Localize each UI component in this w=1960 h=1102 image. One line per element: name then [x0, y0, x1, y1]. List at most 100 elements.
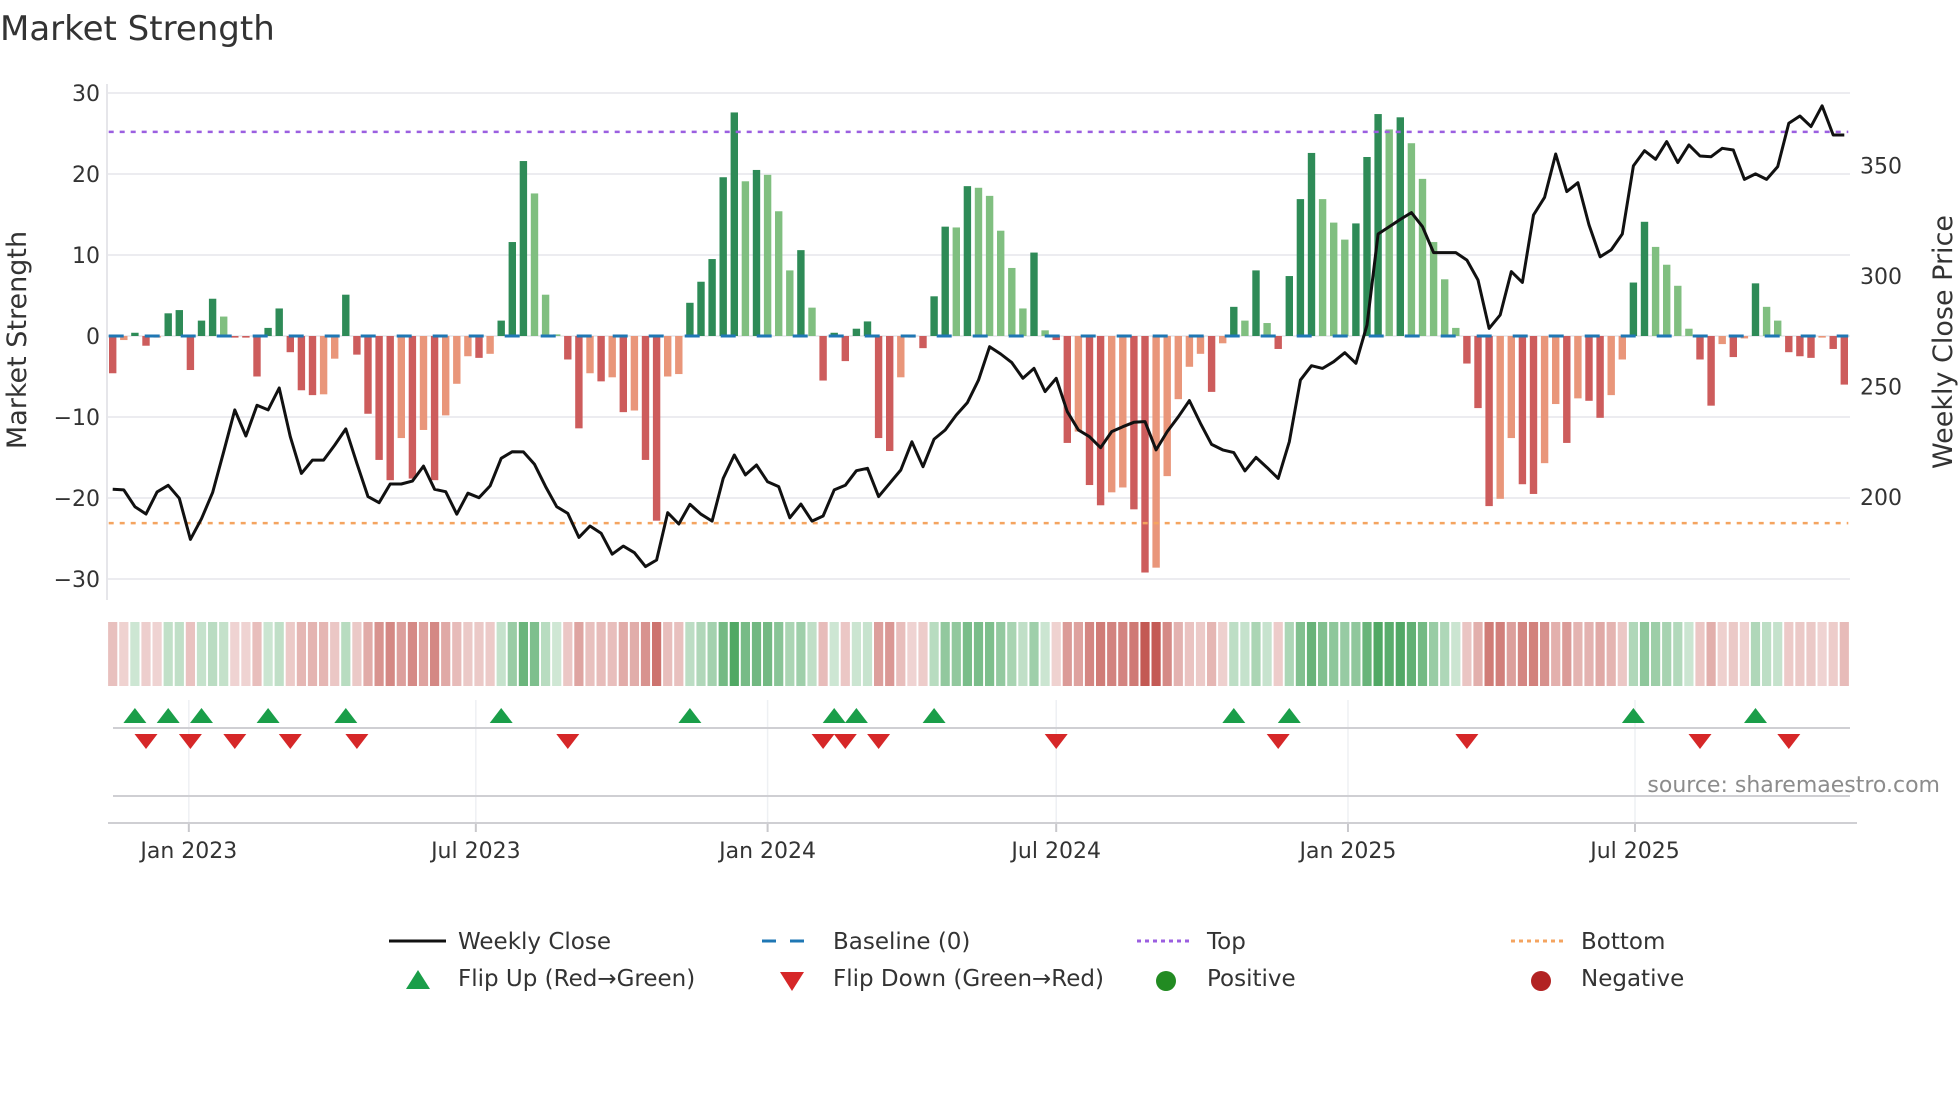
heat-cell — [1551, 622, 1561, 686]
positive-bar — [930, 296, 938, 336]
heat-cell — [441, 622, 451, 686]
heat-cell — [1262, 622, 1272, 686]
heat-cell — [1739, 622, 1749, 686]
heat-cell — [1051, 622, 1061, 686]
legend-label: Weekly Close — [458, 929, 611, 955]
heat-cell — [1173, 622, 1183, 686]
heat-cell — [341, 622, 351, 686]
y-tick-label: 0 — [86, 325, 100, 350]
heat-cell — [1484, 622, 1494, 686]
negative-bar — [1185, 336, 1194, 367]
positive-bar — [1252, 270, 1260, 336]
positive-bar — [131, 332, 139, 336]
heat-cell — [718, 622, 728, 686]
heat-cell — [1140, 622, 1150, 686]
heat-cell — [1684, 622, 1694, 686]
positive-bar — [1429, 242, 1438, 336]
heat-cell — [1373, 622, 1383, 686]
flip-up-marker — [1222, 708, 1246, 723]
legend-label: Flip Up (Red→Green) — [458, 966, 695, 992]
heat-cell — [1040, 622, 1050, 686]
heat-cell — [418, 622, 429, 686]
heat-cell — [1062, 622, 1072, 686]
negative-bar — [586, 336, 594, 374]
positive-dot-icon — [1156, 971, 1176, 991]
heat-cell — [929, 622, 939, 686]
positive-bar — [997, 230, 1005, 336]
positive-bar — [208, 298, 217, 336]
heat-cell — [1362, 622, 1372, 686]
flip-down-marker — [345, 734, 369, 749]
heat-cell — [507, 622, 517, 686]
legend-label: Bottom — [1581, 929, 1665, 955]
heat-cell — [385, 622, 395, 686]
negative-bar — [1574, 336, 1582, 399]
heat-cell — [552, 622, 562, 686]
heat-cell — [463, 622, 473, 686]
heat-cell — [430, 622, 440, 686]
negative-bar — [1152, 336, 1160, 568]
negative-bar — [1807, 336, 1815, 358]
y-tick-label: 30 — [72, 82, 100, 107]
negative-bar — [919, 336, 927, 349]
heat-cell — [1573, 622, 1583, 686]
heat-cell — [1251, 622, 1261, 686]
negative-bar — [886, 336, 894, 452]
y-tick-label: 20 — [72, 163, 100, 188]
heat-cell — [1329, 622, 1339, 686]
heat-cell — [1451, 622, 1461, 686]
positive-bar — [686, 302, 694, 336]
negative-bar — [1196, 336, 1205, 354]
positive-bar — [974, 187, 983, 336]
heat-cell — [574, 622, 584, 686]
negative-bar — [297, 336, 306, 391]
negative-bar — [186, 336, 195, 371]
negative-bar — [1785, 336, 1793, 353]
positive-bar — [763, 174, 772, 336]
negative-bar — [464, 336, 472, 357]
heat-cell — [374, 622, 384, 686]
negative-bar — [1496, 336, 1504, 499]
heat-cell — [774, 622, 784, 686]
negative-bar — [1540, 336, 1549, 464]
market-strength-chart: Market Strength 30 20 10 0 −10 −20 −30 2… — [0, 9, 1959, 992]
flip-up-marker — [123, 708, 147, 723]
negative-bar — [1618, 336, 1626, 360]
heat-cell — [541, 622, 551, 686]
negative-bar — [1108, 336, 1116, 493]
negative-bar — [841, 336, 849, 362]
heat-cell — [818, 622, 828, 686]
negative-bar — [1829, 336, 1837, 349]
heat-cell — [108, 622, 118, 686]
y2-tick-label: 250 — [1860, 376, 1902, 401]
heat-cell — [1562, 622, 1572, 686]
negative-bar — [408, 336, 417, 479]
positive-bar — [164, 313, 172, 336]
x-tick-label: Jul 2025 — [1588, 839, 1680, 864]
flip-up-marker — [822, 708, 846, 723]
heat-cell — [563, 622, 573, 686]
negative-bar — [1518, 336, 1527, 485]
heat-cell — [1495, 622, 1505, 686]
x-tick-label: Jul 2023 — [429, 839, 521, 864]
heat-cell — [1118, 622, 1128, 686]
negative-bar — [386, 336, 394, 481]
heat-cell — [1340, 622, 1350, 686]
positive-bar — [1407, 143, 1416, 336]
negative-dot-icon — [1531, 971, 1551, 991]
strength-bars — [109, 112, 1848, 573]
heat-cell — [1628, 622, 1638, 686]
negative-bar — [419, 336, 428, 430]
positive-bar — [1663, 264, 1671, 336]
heat-cell — [1195, 622, 1206, 686]
negative-bar — [364, 336, 372, 414]
heat-cell — [640, 622, 651, 686]
heat-cell — [685, 622, 695, 686]
heat-cell — [296, 622, 306, 686]
heat-cell — [1184, 622, 1194, 686]
heat-cell — [785, 622, 795, 686]
heat-cell — [119, 622, 129, 686]
flip-down-marker — [1266, 734, 1290, 749]
heat-cell — [1828, 622, 1838, 686]
negative-bar — [575, 336, 583, 429]
